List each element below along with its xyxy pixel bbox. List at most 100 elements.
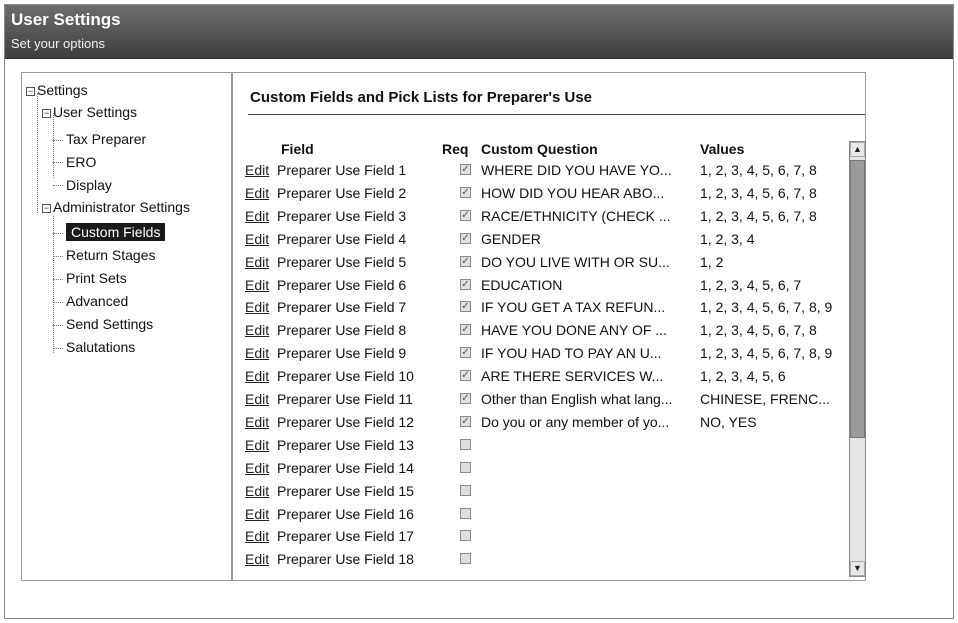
tree-node-administrator-settings[interactable]: − Administrator Settings	[42, 198, 190, 218]
tree-line	[53, 279, 63, 280]
custom-question: HOW DID YOU HEAR ABO...	[481, 184, 665, 201]
collapse-icon[interactable]: −	[26, 87, 35, 96]
field-name: Preparer Use Field 7	[277, 299, 407, 316]
req-checkbox-checked[interactable]: ✓	[460, 232, 471, 244]
panel-title: Custom Fields and Pick Lists for Prepare…	[250, 89, 593, 106]
field-values: 1, 2, 3, 4, 5, 6, 7, 8	[700, 184, 817, 201]
tree-line	[53, 140, 63, 141]
edit-link[interactable]: Edit	[245, 183, 269, 203]
tree-node-custom-fields[interactable]: Custom Fields	[66, 223, 166, 243]
custom-question: RACE/ETHNICITY (CHECK ...	[481, 207, 671, 224]
req-checkbox-checked[interactable]: ✓	[460, 164, 471, 175]
settings-tree: − Settings − User Settings Tax Preparer ER…	[21, 72, 232, 581]
req-checkbox-checked[interactable]: ✓	[460, 209, 471, 221]
field-name: Preparer Use Field 15	[277, 482, 414, 499]
tree-node-label: Send Settings	[66, 316, 154, 332]
edit-link[interactable]: Edit	[245, 320, 269, 340]
custom-question: Other than English what lang...	[481, 391, 673, 407]
edit-link[interactable]: Edit	[245, 366, 269, 386]
edit-link[interactable]: Edit	[245, 412, 269, 432]
field-values: 1, 2, 3, 4, 5, 6, 7, 8, 9	[700, 299, 833, 316]
edit-link[interactable]: Edit	[245, 297, 269, 317]
edit-link[interactable]: Edit	[245, 389, 269, 409]
collapse-icon[interactable]: −	[42, 109, 51, 118]
tree-line	[53, 256, 63, 257]
tree-node-ero[interactable]: ERO	[66, 153, 96, 173]
edit-link[interactable]: Edit	[245, 504, 269, 524]
edit-link[interactable]: Edit	[245, 481, 269, 501]
field-name: Preparer Use Field 12	[277, 413, 414, 430]
tree-line	[37, 93, 38, 213]
req-checkbox-checked[interactable]: ✓	[460, 415, 471, 427]
tree-node-display[interactable]: Display	[66, 176, 112, 196]
field-values: 1, 2, 3, 4, 5, 6, 7, 8	[700, 162, 817, 178]
req-checkbox-unchecked[interactable]: ✓	[460, 530, 471, 542]
custom-question: ARE THERE SERVICES W...	[481, 368, 664, 385]
tree-node-return-stages[interactable]: Return Stages	[66, 246, 156, 266]
tree-node-print-sets[interactable]: Print Sets	[66, 269, 127, 289]
edit-link[interactable]: Edit	[245, 252, 269, 272]
tree-node-label: Display	[66, 177, 112, 193]
edit-link[interactable]: Edit	[245, 526, 269, 546]
edit-link[interactable]: Edit	[245, 275, 269, 295]
tree-node-send-settings[interactable]: Send Settings	[66, 315, 153, 335]
tree-node-user-settings[interactable]: − User Settings	[42, 103, 137, 123]
req-checkbox-checked[interactable]: ✓	[460, 347, 471, 359]
tree-line	[53, 233, 63, 234]
column-header-question: Custom Question	[481, 141, 598, 157]
table-row: Edit Preparer Use Field 7 ✓ IF YOU GET A TA…	[245, 297, 835, 319]
req-checkbox-checked[interactable]: ✓	[460, 301, 471, 313]
table-row: Edit Preparer Use Field 4 ✓ GENDER 1, 2, 3, …	[245, 229, 835, 251]
edit-link[interactable]: Edit	[245, 229, 269, 249]
req-checkbox-checked[interactable]: ✓	[460, 186, 471, 198]
field-name: Preparer Use Field 3	[277, 207, 407, 224]
req-checkbox-unchecked[interactable]: ✓	[460, 484, 471, 496]
custom-question: HAVE YOU DONE ANY OF ...	[481, 322, 667, 339]
req-checkbox-unchecked[interactable]: ✓	[460, 461, 471, 473]
scroll-up-icon[interactable]: ▲	[850, 142, 865, 157]
tree-node-label: Settings	[37, 82, 88, 98]
tree-node-label: Return Stages	[66, 247, 156, 263]
scroll-thumb[interactable]	[850, 160, 865, 438]
header-bar: User Settings Set your options	[5, 5, 953, 59]
edit-link[interactable]: Edit	[245, 458, 269, 478]
custom-question: DO YOU LIVE WITH OR SU...	[481, 253, 670, 270]
custom-question: IF YOU GET A TAX REFUN...	[481, 299, 666, 316]
field-name: Preparer Use Field 1	[277, 162, 407, 178]
tree-node-advanced[interactable]: Advanced	[66, 292, 128, 312]
window-title: User Settings	[11, 10, 121, 29]
tree-node-label: User Settings	[53, 104, 138, 120]
scroll-down-icon[interactable]: ▼	[850, 561, 865, 576]
column-header-req: Req	[442, 141, 469, 157]
edit-link[interactable]: Edit	[245, 435, 269, 455]
field-values: 1, 2, 3, 4, 5, 6, 7, 8	[700, 207, 817, 224]
field-name: Preparer Use Field 4	[277, 230, 407, 247]
table-row: Edit Preparer Use Field 15 ✓	[245, 481, 835, 503]
column-header-values: Values	[700, 141, 745, 157]
req-checkbox-checked[interactable]: ✓	[460, 393, 471, 404]
field-name: Preparer Use Field 9	[277, 345, 407, 362]
title-divider	[248, 114, 865, 115]
custom-fields-panel: Custom Fields and Pick Lists for Prepare…	[232, 72, 866, 581]
field-name: Preparer Use Field 6	[277, 276, 407, 293]
tree-line	[53, 162, 63, 163]
edit-link[interactable]: Edit	[245, 549, 269, 569]
edit-link[interactable]: Edit	[245, 160, 269, 180]
collapse-icon[interactable]: −	[42, 204, 51, 213]
req-checkbox-unchecked[interactable]: ✓	[460, 438, 471, 450]
column-header-field: Field	[281, 141, 314, 157]
req-checkbox-checked[interactable]: ✓	[460, 370, 471, 382]
tree-node-settings[interactable]: − Settings	[26, 81, 88, 101]
req-checkbox-checked[interactable]: ✓	[460, 278, 471, 290]
vertical-scrollbar[interactable]: ▲ ▼	[849, 141, 866, 577]
req-checkbox-checked[interactable]: ✓	[460, 324, 471, 336]
req-checkbox-unchecked[interactable]: ✓	[460, 507, 471, 519]
tree-node-tax-preparer[interactable]: Tax Preparer	[66, 130, 146, 150]
edit-link[interactable]: Edit	[245, 343, 269, 363]
table-row: Edit Preparer Use Field 10 ✓ ARE THERE SERV…	[245, 366, 835, 388]
edit-link[interactable]: Edit	[245, 206, 269, 226]
req-checkbox-checked[interactable]: ✓	[460, 255, 471, 267]
tree-node-salutations[interactable]: Salutations	[66, 338, 135, 358]
req-checkbox-unchecked[interactable]: ✓	[460, 553, 471, 565]
table-row: Edit Preparer Use Field 12 ✓ Do you or any …	[245, 412, 835, 434]
